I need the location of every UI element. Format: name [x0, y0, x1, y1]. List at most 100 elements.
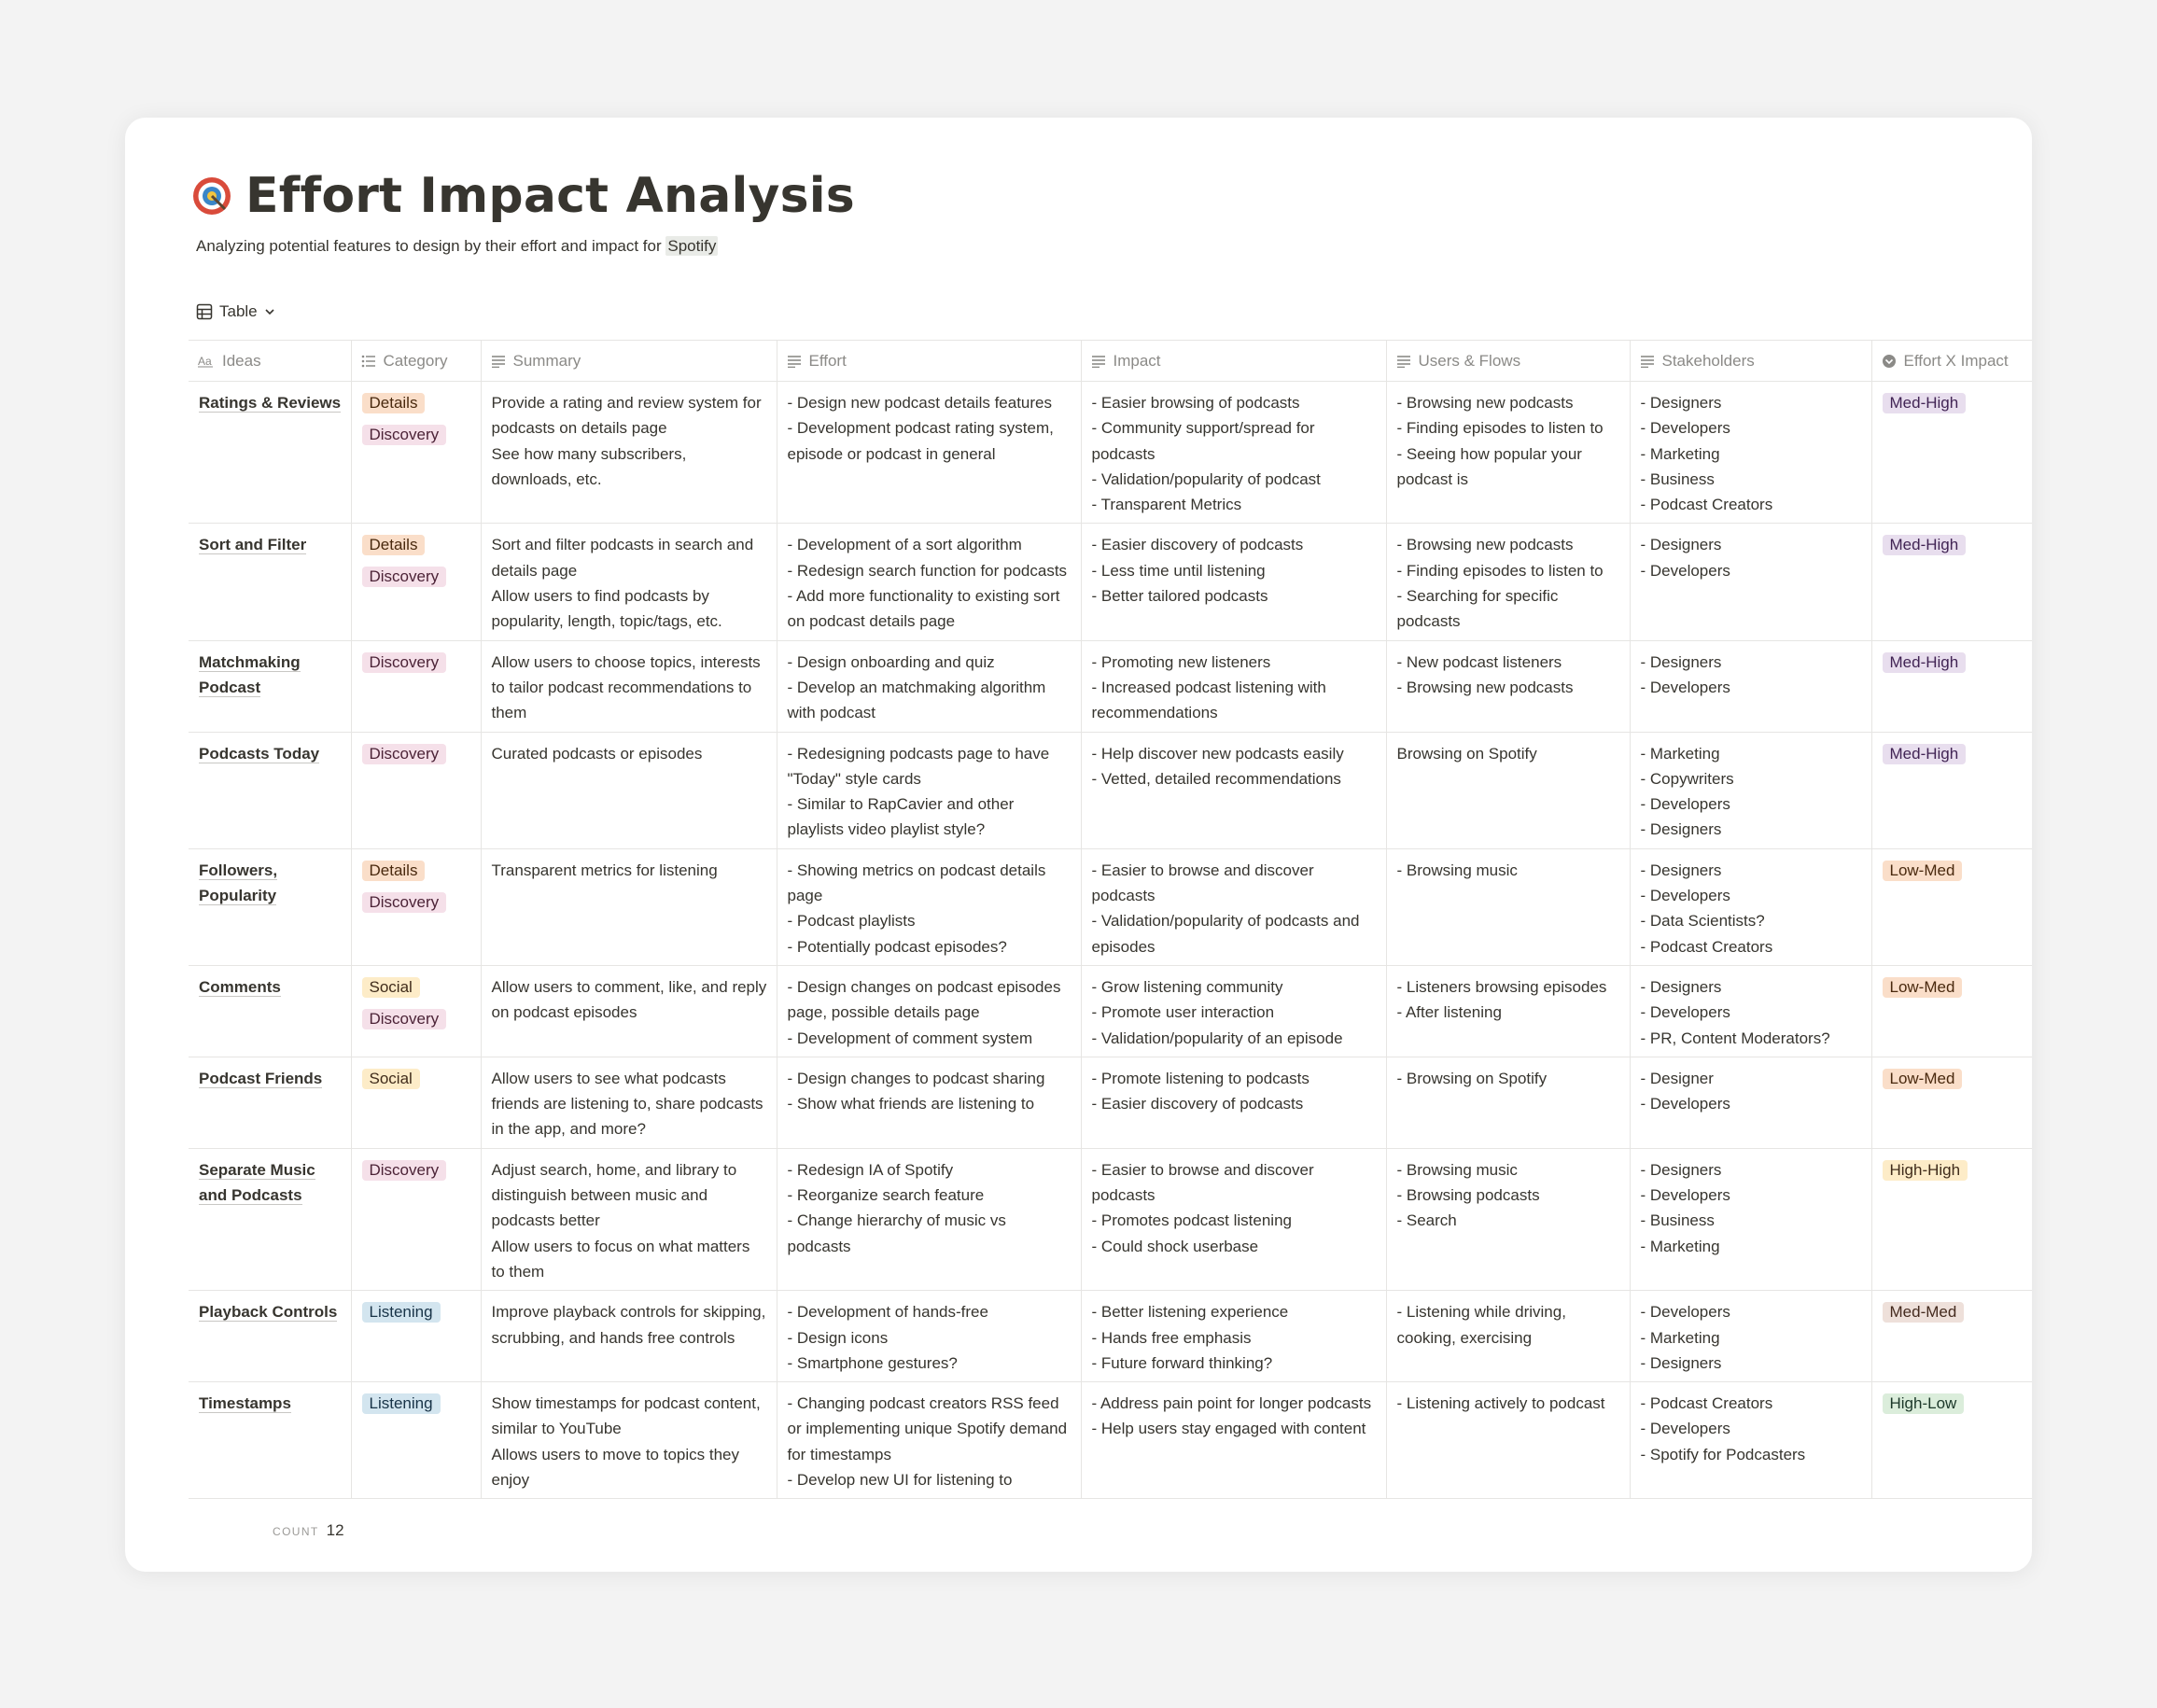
- stakeholders-cell[interactable]: - Designers - Developers: [1630, 640, 1872, 733]
- users-flows-cell[interactable]: Browsing on Spotify: [1386, 732, 1631, 849]
- idea-cell[interactable]: Podcasts Today: [189, 732, 352, 849]
- table-row[interactable]: Separate Music and Podcasts Discovery Adju…: [189, 1148, 2032, 1292]
- effort-impact-cell[interactable]: Med-High: [1871, 381, 2032, 525]
- category-cell[interactable]: Social Discovery: [351, 965, 482, 1057]
- effort-cell[interactable]: - Changing podcast creators RSS feed or …: [777, 1381, 1082, 1500]
- effort-impact-cell[interactable]: High-High: [1871, 1148, 2032, 1292]
- effort-impact-cell[interactable]: Med-High: [1871, 523, 2032, 641]
- column-header[interactable]: Summary: [481, 340, 777, 382]
- table-row[interactable]: Followers, Popularity Details Discovery Tra…: [189, 848, 2032, 966]
- summary-cell[interactable]: Provide a rating and review system for p…: [481, 381, 777, 525]
- summary-cell[interactable]: Improve playback controls for skipping, …: [481, 1290, 777, 1383]
- users-flows-cell[interactable]: - Listening while driving, cooking, exer…: [1386, 1290, 1631, 1383]
- stakeholders-cell[interactable]: - Designer - Developers: [1630, 1057, 1872, 1149]
- effort-impact-cell[interactable]: Low-Med: [1871, 965, 2032, 1057]
- effort-cell[interactable]: - Redesign IA of Spotify - Reorganize sea…: [777, 1148, 1082, 1292]
- idea-cell[interactable]: Comments: [189, 965, 352, 1057]
- column-header[interactable]: Aa Ideas: [189, 340, 352, 382]
- idea-cell[interactable]: Sort and Filter: [189, 523, 352, 641]
- users-flows-cell[interactable]: - Browsing new podcasts - Finding episode…: [1386, 523, 1631, 641]
- effort-cell[interactable]: - Development of a sort algorithm - Redes…: [777, 523, 1082, 641]
- effort-cell[interactable]: - Design changes on podcast episodes pag…: [777, 965, 1082, 1057]
- effort-cell[interactable]: - Design onboarding and quiz - Develop an…: [777, 640, 1082, 733]
- stakeholders-cell[interactable]: - Podcast Creators - Developers - Spotify …: [1630, 1381, 1872, 1500]
- effort-impact-cell[interactable]: High-Low: [1871, 1381, 2032, 1500]
- table-row[interactable]: Comments Social Discovery Allow users to co…: [189, 965, 2032, 1057]
- view-switcher[interactable]: Table: [196, 302, 275, 321]
- users-flows-cell[interactable]: - Browsing new podcasts - Finding episode…: [1386, 381, 1631, 525]
- summary-cell[interactable]: Allow users to comment, like, and reply …: [481, 965, 777, 1057]
- summary-cell[interactable]: Allow users to choose topics, interests …: [481, 640, 777, 733]
- summary-cell[interactable]: Show timestamps for podcast content, sim…: [481, 1381, 777, 1500]
- idea-cell[interactable]: Timestamps: [189, 1381, 352, 1500]
- users-flows-cell[interactable]: - Browsing on Spotify: [1386, 1057, 1631, 1149]
- table-row[interactable]: Playback Controls Listening Improve playba…: [189, 1290, 2032, 1383]
- impact-cell[interactable]: - Grow listening community - Promote user…: [1081, 965, 1387, 1057]
- column-header[interactable]: Category: [351, 340, 482, 382]
- column-header[interactable]: Users & Flows: [1386, 340, 1631, 382]
- summary-cell[interactable]: Allow users to see what podcasts friends…: [481, 1057, 777, 1149]
- stakeholders-cell[interactable]: - Designers - Developers - Business - Marke…: [1630, 1148, 1872, 1292]
- table-row[interactable]: Podcasts Today Discovery Curated podcasts …: [189, 732, 2032, 849]
- count-footer[interactable]: COUNT 12: [273, 1521, 344, 1540]
- effort-cell[interactable]: - Redesigning podcasts page to have "Tod…: [777, 732, 1082, 849]
- table-row[interactable]: Timestamps Listening Show timestamps for p…: [189, 1381, 2032, 1500]
- stakeholders-cell[interactable]: - Developers - Marketing - Designers: [1630, 1290, 1872, 1383]
- users-flows-cell[interactable]: - Listeners browsing episodes - After lis…: [1386, 965, 1631, 1057]
- column-header[interactable]: Effort: [777, 340, 1082, 382]
- category-cell[interactable]: Social: [351, 1057, 482, 1149]
- stakeholders-cell[interactable]: - Designers - Developers - Data Scientists…: [1630, 848, 1872, 966]
- effort-impact-cell[interactable]: Med-High: [1871, 732, 2032, 849]
- stakeholders-cell[interactable]: - Designers - Developers - Marketing - Busi…: [1630, 381, 1872, 525]
- idea-cell[interactable]: Matchmaking Podcast: [189, 640, 352, 733]
- stakeholders-cell[interactable]: - Designers - Developers - PR, Content Mod…: [1630, 965, 1872, 1057]
- idea-cell[interactable]: Separate Music and Podcasts: [189, 1148, 352, 1292]
- effort-cell[interactable]: - Development of hands-free - Design icon…: [777, 1290, 1082, 1383]
- category-cell[interactable]: Discovery: [351, 1148, 482, 1292]
- impact-cell[interactable]: - Easier to browse and discover podcasts…: [1081, 1148, 1387, 1292]
- category-cell[interactable]: Listening: [351, 1290, 482, 1383]
- column-header[interactable]: Stakeholders: [1630, 340, 1872, 382]
- idea-cell[interactable]: Playback Controls: [189, 1290, 352, 1383]
- impact-cell[interactable]: - Help discover new podcasts easily - Vet…: [1081, 732, 1387, 849]
- effort-impact-cell[interactable]: Low-Med: [1871, 1057, 2032, 1149]
- category-cell[interactable]: Details Discovery: [351, 848, 482, 966]
- table-row[interactable]: Ratings & Reviews Details Discovery Provide…: [189, 381, 2032, 525]
- table-row[interactable]: Sort and Filter Details Discovery Sort and …: [189, 523, 2032, 641]
- effort-impact-cell[interactable]: Med-Med: [1871, 1290, 2032, 1383]
- page-subtitle[interactable]: Analyzing potential features to design b…: [196, 236, 719, 256]
- target-icon[interactable]: [191, 175, 232, 217]
- table-row[interactable]: Podcast Friends Social Allow users to see …: [189, 1057, 2032, 1149]
- effort-impact-cell[interactable]: Med-High: [1871, 640, 2032, 733]
- impact-cell[interactable]: - Address pain point for longer podcasts…: [1081, 1381, 1387, 1500]
- page-title[interactable]: Effort Impact Analysis: [245, 168, 855, 224]
- impact-cell[interactable]: - Easier browsing of podcasts - Community…: [1081, 381, 1387, 525]
- idea-cell[interactable]: Followers, Popularity: [189, 848, 352, 966]
- stakeholders-cell[interactable]: - Marketing - Copywriters - Developers - De…: [1630, 732, 1872, 849]
- users-flows-cell[interactable]: - New podcast listeners - Browsing new po…: [1386, 640, 1631, 733]
- column-header[interactable]: Effort X Impact: [1871, 340, 2032, 382]
- column-header[interactable]: Impact: [1081, 340, 1387, 382]
- category-cell[interactable]: Details Discovery: [351, 523, 482, 641]
- category-cell[interactable]: Listening: [351, 1381, 482, 1500]
- effort-cell[interactable]: - Design changes to podcast sharing - Sho…: [777, 1057, 1082, 1149]
- summary-cell[interactable]: Curated podcasts or episodes: [481, 732, 777, 849]
- users-flows-cell[interactable]: - Browsing music: [1386, 848, 1631, 966]
- impact-cell[interactable]: - Easier discovery of podcasts - Less tim…: [1081, 523, 1387, 641]
- effort-cell[interactable]: - Design new podcast details features - D…: [777, 381, 1082, 525]
- stakeholders-cell[interactable]: - Designers - Developers: [1630, 523, 1872, 641]
- category-cell[interactable]: Details Discovery: [351, 381, 482, 525]
- category-cell[interactable]: Discovery: [351, 640, 482, 733]
- effort-impact-cell[interactable]: Low-Med: [1871, 848, 2032, 966]
- impact-cell[interactable]: - Better listening experience - Hands fre…: [1081, 1290, 1387, 1383]
- idea-cell[interactable]: Podcast Friends: [189, 1057, 352, 1149]
- idea-cell[interactable]: Ratings & Reviews: [189, 381, 352, 525]
- users-flows-cell[interactable]: - Browsing music - Browsing podcasts - Sea…: [1386, 1148, 1631, 1292]
- table-row[interactable]: Matchmaking Podcast Discovery Allow users …: [189, 640, 2032, 733]
- summary-cell[interactable]: Sort and filter podcasts in search and d…: [481, 523, 777, 641]
- impact-cell[interactable]: - Promote listening to podcasts - Easier …: [1081, 1057, 1387, 1149]
- summary-cell[interactable]: Adjust search, home, and library to dist…: [481, 1148, 777, 1292]
- summary-cell[interactable]: Transparent metrics for listening: [481, 848, 777, 966]
- users-flows-cell[interactable]: - Listening actively to podcast: [1386, 1381, 1631, 1500]
- effort-cell[interactable]: - Showing metrics on podcast details pag…: [777, 848, 1082, 966]
